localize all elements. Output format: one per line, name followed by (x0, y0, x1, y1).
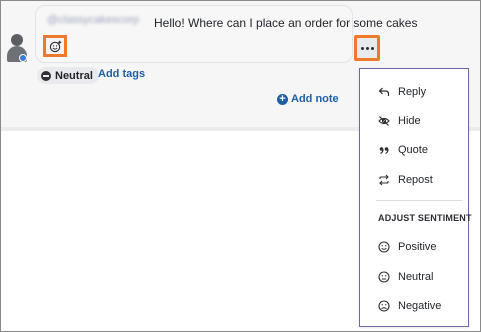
menu-item-neutral[interactable]: Neutral (360, 266, 468, 288)
menu-item-negative[interactable]: Negative (360, 295, 468, 317)
menu-item-label: Positive (398, 241, 437, 253)
menu-item-label: Reply (398, 86, 427, 98)
neutral-face-icon (378, 271, 390, 283)
repost-icon (379, 174, 389, 186)
add-reaction-button[interactable] (43, 35, 67, 57)
menu-item-reply[interactable]: Reply (360, 81, 468, 103)
emoji-add-icon (49, 40, 61, 52)
add-tags-link[interactable]: Add tags (98, 68, 145, 80)
ellipsis-icon (360, 46, 374, 50)
add-note-label: Add note (291, 93, 339, 105)
menu-item-label: Quote (398, 144, 428, 156)
more-options-button[interactable] (354, 35, 380, 61)
menu-item-label: Neutral (398, 271, 434, 283)
eye-off-icon (378, 116, 390, 126)
message-text: Hello! Where can I place an order for so… (154, 16, 418, 30)
adjust-sentiment-heading: ADJUST SENTIMENT (378, 213, 472, 223)
smile-icon (378, 241, 390, 253)
network-badge-icon (19, 54, 27, 62)
options-menu: Reply Hide Quote Repost ADJUST SENTIMENT (359, 68, 472, 327)
menu-item-label: Repost (398, 174, 433, 186)
menu-item-label: Negative (398, 300, 442, 312)
avatar-head (11, 34, 23, 46)
avatar[interactable] (7, 34, 27, 64)
menu-item-repost[interactable]: Repost (360, 169, 468, 191)
menu-item-label: Hide (398, 115, 421, 127)
reply-icon (378, 87, 390, 96)
frown-icon (378, 300, 390, 312)
add-note-button[interactable]: + Add note (277, 93, 339, 105)
menu-item-positive[interactable]: Positive (360, 236, 468, 258)
menu-item-quote[interactable]: Quote (360, 139, 468, 161)
menu-item-hide[interactable]: Hide (360, 110, 468, 132)
sentiment-badge[interactable]: Neutral (37, 67, 99, 84)
plus-circle-icon: + (277, 93, 288, 105)
author-handle[interactable]: @classycakescorp (47, 14, 139, 26)
quote-icon (379, 147, 389, 155)
message-bubble: @classycakescorp Hello! Where can I plac… (35, 5, 417, 63)
menu-divider (376, 200, 462, 201)
sentiment-label: Neutral (55, 69, 93, 82)
neutral-sentiment-icon (41, 70, 51, 81)
